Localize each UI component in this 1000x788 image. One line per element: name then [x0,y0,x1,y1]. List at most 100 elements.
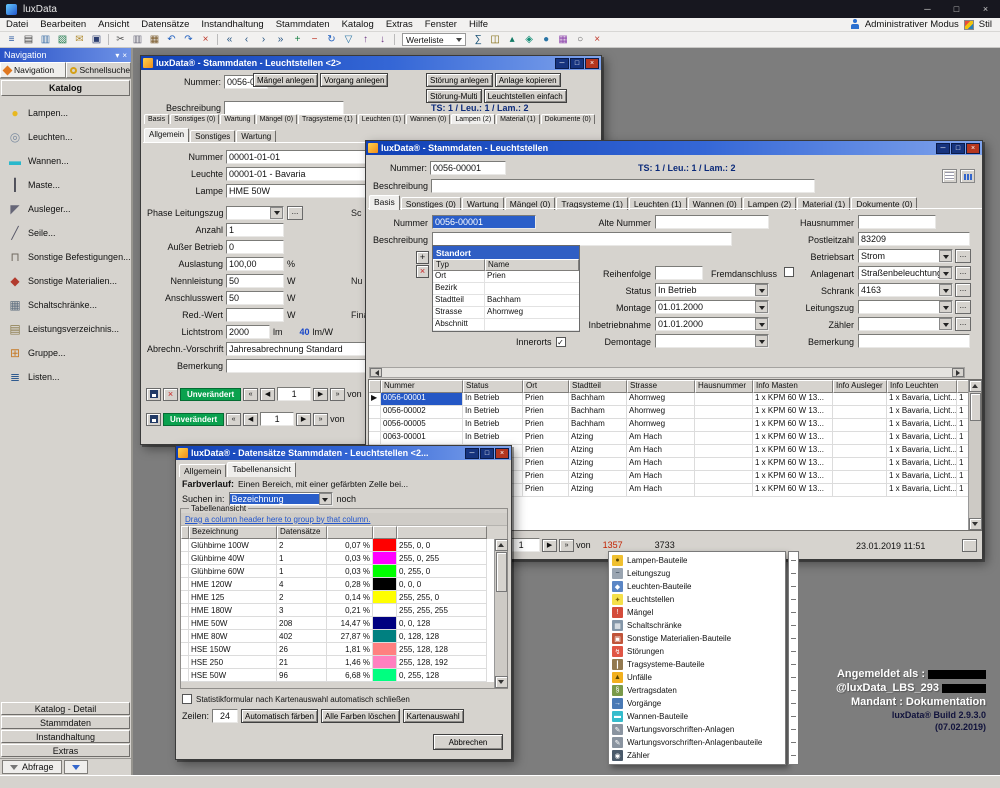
alte-nummer-input[interactable] [655,215,769,229]
nummer-input[interactable]: 0056-00001 [432,215,536,229]
menu-item-tragsysteme-bauteile[interactable]: ┃ Tragsysteme-Bauteile [609,658,785,671]
vertical-scrollbar[interactable] [494,539,507,688]
save-record-button[interactable] [146,388,161,401]
menu-item-stoerungen[interactable]: ↯ Störungen [609,645,785,658]
hausnummer-input[interactable] [858,215,936,229]
nav-item-gruppe[interactable]: ⊞ Gruppe... [0,341,131,365]
last-record-button[interactable]: » [559,539,574,552]
add-record-icon[interactable]: + [289,32,306,47]
column-header[interactable]: Info Ausleger [833,380,887,393]
minimize-button[interactable]: ─ [555,58,569,69]
tab-schnellsuche[interactable]: Schnellsuche [66,62,132,78]
menu-item-leuchtstellen[interactable]: ✦ Leuchtstellen [609,593,785,606]
window-titlebar[interactable]: luxData® - Datensätze Stammdaten - Leuch… [176,446,511,460]
close-icon[interactable]: × [589,32,606,47]
remove-record-icon[interactable]: − [306,32,323,47]
chevron-down-icon[interactable] [939,318,952,330]
tab[interactable]: Allgemein [179,464,226,477]
first-record-icon[interactable]: « [221,32,238,47]
nav-item-seile[interactable]: ╱ Seile... [0,221,131,245]
chevron-down-icon[interactable] [939,267,952,279]
filter-icon[interactable]: ▽ [340,32,357,47]
stats-row[interactable]: HSE 250 21 1,46 % 255, 128, 192 [181,656,507,669]
window-titlebar[interactable]: luxData® - Stammdaten - Leuchtstellen <2… [141,56,601,70]
lampe-input[interactable]: HME 50W [226,184,371,198]
table-row[interactable]: 0056-00002 In Betrieb Prien Bachham Ahor… [369,406,981,419]
leitungszug-browse-button[interactable]: ... [955,300,971,314]
zeilen-input[interactable]: 24 [212,709,238,723]
stats-row[interactable]: HME 50W 208 14,47 % 0, 0, 128 [181,617,507,630]
print-preview-icon[interactable]: ▥ [37,32,54,47]
tab[interactable]: Sonstiges [190,130,235,142]
phase-select[interactable] [226,206,284,220]
remove-standort-button[interactable]: × [416,265,429,278]
next-record-button[interactable]: ▶ [313,388,328,401]
tab[interactable]: Lampen (2) [451,114,495,124]
action-button[interactable]: Kartenauswahl [403,709,464,723]
menu-item[interactable]: Datensätze [135,19,195,30]
chart-icon[interactable]: ▴ [504,32,521,47]
column-header[interactable]: Status [463,380,523,393]
scroll-left-icon[interactable] [370,368,382,377]
nav-item-listen[interactable]: ≣ Listen... [0,365,131,389]
column-header[interactable]: Ort [523,380,569,393]
nav-item-leuchten[interactable]: ◎ Leuchten... [0,125,131,149]
zaehler-select[interactable] [858,317,953,331]
save-icon[interactable]: ▣ [88,32,105,47]
sort-desc-icon[interactable]: ↓ [374,32,391,47]
zaehler-browse-button[interactable]: ... [955,317,971,331]
tab-navigation[interactable]: Navigation [0,62,66,78]
save-record-button[interactable] [146,413,161,426]
auto-close-checkbox[interactable] [182,694,192,704]
phase-browse-button[interactable]: ... [287,206,303,220]
print-icon[interactable]: ▤ [20,32,37,47]
menu-item-leitungszug[interactable]: ~ Leitungszug [609,567,785,580]
navigation-panel-header[interactable]: Navigation ▾ × [0,48,131,62]
menu-item[interactable]: Datei [0,19,34,30]
record-total[interactable]: 1357 [603,540,623,550]
bemerkung-input[interactable] [226,359,371,373]
menu-item-sonstige-materialien-bauteile[interactable]: ▣ Sonstige Materialien-Bauteile [609,632,785,645]
horizontal-scrollbar[interactable] [369,367,965,378]
group-by-area[interactable]: Drag a column header here to group by th… [181,513,507,526]
chevron-down-icon[interactable] [270,207,283,219]
record-number-input[interactable]: 1 [260,412,294,426]
red-wert-input[interactable] [226,308,284,322]
menu-item-unfaelle[interactable]: ▲ Unfälle [609,671,785,684]
beschreibung-field[interactable] [224,101,344,115]
stats-row[interactable]: HME 125 2 0,14 % 255, 255, 0 [181,591,507,604]
maximize-button[interactable]: □ [951,143,965,154]
nav-item-leistungsverzeichnis[interactable]: ▤ Leistungsverzeichnis... [0,317,131,341]
color-swatch[interactable] [373,656,396,668]
close-button[interactable]: × [971,0,1000,18]
action-button[interactable]: Leuchtstellen einfach [484,89,567,103]
stats-row[interactable]: HSE 150W 26 1,81 % 255, 128, 128 [181,643,507,656]
color-swatch[interactable] [373,630,396,642]
menu-item-lampen-bauteile[interactable]: ● Lampen-Bauteile [609,554,785,567]
chevron-down-icon[interactable] [939,301,952,313]
mail-icon[interactable]: ✉ [71,32,88,47]
tab[interactable]: Tragsysteme (1) [298,114,357,124]
scroll-right-icon[interactable] [952,368,964,377]
abbrechen-button[interactable]: Abbrechen [433,734,503,750]
color-swatch[interactable] [373,552,396,564]
standort-row[interactable]: Ort Prien [433,271,579,283]
menu-item[interactable]: Fenster [419,19,463,30]
menu-item-vorgaenge[interactable]: → Vorgänge [609,697,785,710]
menu-item[interactable]: Extras [380,19,419,30]
menu-item-wannen-bauteile[interactable]: ▬ Wannen-Bauteile [609,710,785,723]
color-swatch[interactable] [373,565,396,577]
chevron-down-icon[interactable] [755,284,768,296]
last-record-button[interactable]: » [313,413,328,426]
status-select[interactable]: In Betrieb [655,283,769,297]
column-header[interactable]: Hausnummer [695,380,753,393]
undo-icon[interactable]: ↶ [163,32,180,47]
action-button[interactable]: Störung anlegen [426,73,493,87]
menu-item[interactable]: Katalog [336,19,380,30]
chevron-down-icon[interactable] [755,318,768,330]
close-button[interactable]: × [966,143,980,154]
tab-abfrage[interactable]: Abfrage [2,760,62,774]
menu-item[interactable]: Bearbeiten [34,19,92,30]
cancel-edit-button[interactable]: × [163,388,178,401]
action-button[interactable]: Automatisch färben [241,709,318,723]
